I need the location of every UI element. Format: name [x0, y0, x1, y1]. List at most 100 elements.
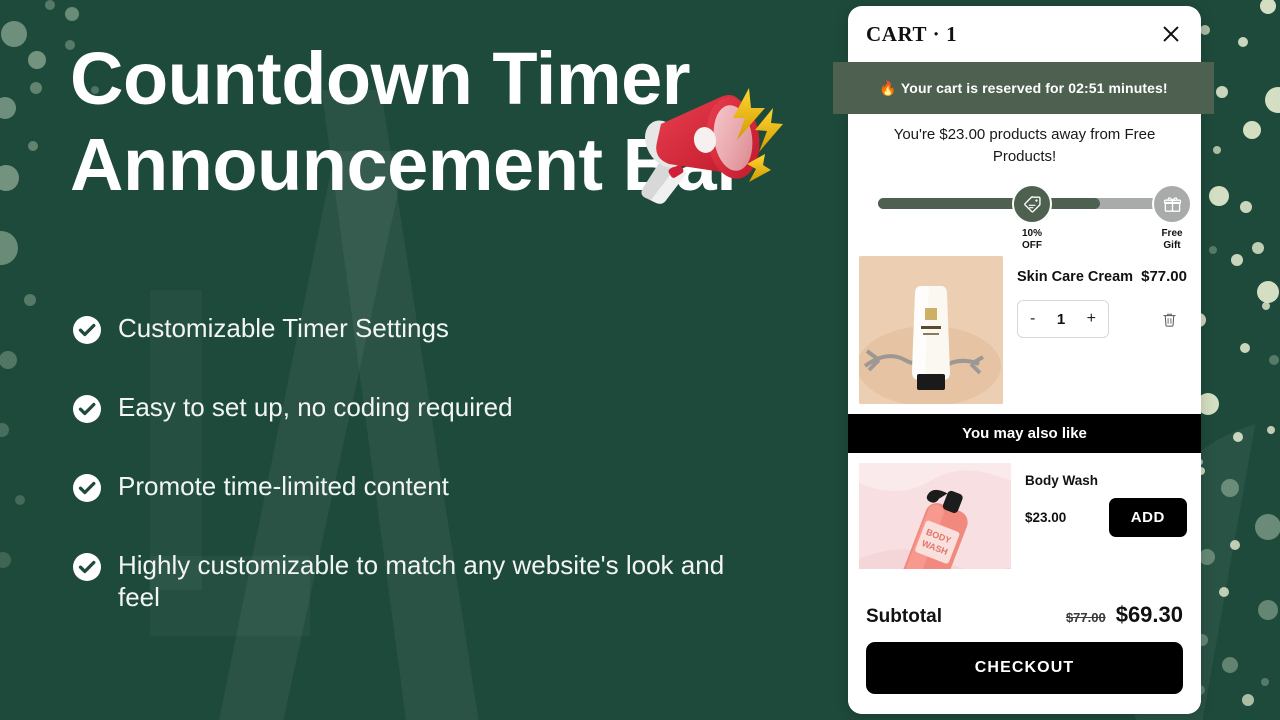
- decorative-dot: [1252, 242, 1264, 254]
- milestone-discount[interactable]: [1012, 184, 1052, 224]
- cart-item-name: Skin Care Cream: [1017, 269, 1134, 285]
- cart-item-price: $77.00: [1141, 268, 1187, 285]
- check-circle-icon: [72, 473, 102, 503]
- milestone-free-gift-label: Free Gift: [1137, 228, 1201, 252]
- milestone-label-line: Gift: [1163, 240, 1181, 251]
- decorative-dot: [0, 165, 19, 191]
- recommendation-item: BODY WASH Body Wash $23.00 ADD: [848, 453, 1201, 569]
- product-image-body-wash: BODY WASH: [859, 463, 1011, 569]
- decorative-dot: [1269, 355, 1279, 365]
- subtotal-original-price: $77.00: [1065, 610, 1106, 625]
- rewards-progress-bar: 10% OFF Free Gift: [864, 184, 1192, 252]
- decorative-dot: [0, 351, 17, 369]
- decorative-dot: [28, 51, 46, 69]
- cart-footer: Subtotal $77.00 $69.30 CHECKOUT: [848, 588, 1201, 714]
- cart-title: CART · 1: [866, 21, 958, 46]
- decorative-dot: [1261, 678, 1269, 686]
- decorative-dot: [1231, 254, 1243, 266]
- decorative-dot: [1267, 426, 1275, 434]
- decorative-dot: [1216, 86, 1228, 98]
- check-circle-icon: [72, 552, 102, 582]
- decorative-dot: [1230, 540, 1240, 550]
- quantity-increment-button[interactable]: +: [1087, 311, 1096, 327]
- decorative-dot: [1209, 186, 1229, 206]
- decorative-dot: [1240, 201, 1252, 213]
- list-item: Promote time-limited content: [72, 470, 802, 503]
- milestone-label-line: OFF: [1022, 240, 1042, 251]
- free-gift-goal-text: You're $23.00 products away from Free Pr…: [893, 126, 1156, 165]
- subtotal-row: Subtotal $77.00 $69.30: [866, 602, 1183, 642]
- milestone-label-line: 10%: [1021, 228, 1042, 239]
- list-item: Easy to set up, no coding required: [72, 391, 802, 424]
- promo-banner-stage: Countdown Timer Announcement Bar Customi…: [0, 0, 1280, 720]
- gift-icon: [1163, 196, 1181, 212]
- discount-tag-icon: [1023, 195, 1041, 213]
- decorative-dot: [1238, 37, 1248, 47]
- decorative-dot: [1200, 25, 1210, 35]
- decorative-dot: [1221, 479, 1239, 497]
- decorative-dot: [1240, 343, 1250, 353]
- decorative-dot: [1255, 514, 1280, 540]
- feature-label: Easy to set up, no coding required: [118, 392, 513, 422]
- recommendation-details: Body Wash $23.00 ADD: [1025, 463, 1187, 569]
- decorative-dot: [0, 231, 18, 265]
- decorative-dot: [1265, 87, 1280, 113]
- trash-icon[interactable]: [1157, 307, 1181, 331]
- progress-fill: [878, 198, 1101, 209]
- recommendation-name: Body Wash: [1025, 473, 1099, 488]
- page-title: Countdown Timer Announcement Bar: [70, 37, 745, 206]
- decorative-dot: [24, 294, 36, 306]
- cart-reservation-message: Your cart is reserved for 02:51 minutes!: [900, 79, 1168, 96]
- decorative-dot: [28, 141, 38, 151]
- decorative-dot: [1243, 121, 1261, 139]
- add-to-cart-button[interactable]: ADD: [1108, 498, 1187, 537]
- decorative-dot: [1242, 694, 1254, 706]
- list-item: Customizable Timer Settings: [72, 312, 802, 345]
- decorative-dot: [1219, 587, 1229, 597]
- cart-body: You're $23.00 products away from Free Pr…: [848, 62, 1201, 714]
- decorative-dot: [1257, 281, 1279, 303]
- decorative-dot: [0, 423, 9, 437]
- hero-text-column: Countdown Timer Announcement Bar: [70, 36, 790, 208]
- close-icon[interactable]: [1157, 20, 1185, 48]
- decorative-dot: [1262, 302, 1270, 310]
- decorative-dot: [0, 552, 11, 568]
- list-item: Highly customizable to match any website…: [72, 549, 802, 613]
- quantity-stepper[interactable]: - 1 +: [1017, 300, 1109, 338]
- quantity-decrement-button[interactable]: -: [1030, 311, 1035, 327]
- check-circle-icon: [72, 315, 102, 345]
- decorative-dot: [1222, 657, 1238, 673]
- subtotal-discounted-price: $69.30: [1115, 602, 1183, 627]
- decorative-dot: [1213, 146, 1221, 154]
- subtotal-label: Subtotal: [866, 606, 942, 627]
- decorative-dot: [45, 0, 55, 10]
- cart-header: CART · 1: [848, 6, 1201, 62]
- decorative-dot: [15, 495, 25, 505]
- decorative-dot: [1, 21, 27, 47]
- recommendations-header: You may also like: [848, 414, 1201, 453]
- feature-list: Customizable Timer Settings Easy to set …: [72, 312, 802, 613]
- check-circle-icon: [72, 394, 102, 424]
- milestone-label-line: Free: [1161, 228, 1183, 239]
- decorative-dot: [1260, 0, 1276, 14]
- decorative-dot: [30, 82, 42, 94]
- decorative-dot: [1233, 432, 1243, 442]
- decorative-dot: [0, 97, 16, 119]
- recommendation-price: $23.00: [1025, 510, 1067, 525]
- product-image-skin-care-cream: [859, 256, 1003, 404]
- cart-line-item: Skin Care Cream $77.00 - 1 +: [848, 250, 1201, 414]
- feature-label: Promote time-limited content: [118, 471, 449, 501]
- milestone-discount-label: 10% OFF: [997, 228, 1067, 252]
- checkout-button[interactable]: CHECKOUT: [866, 642, 1183, 694]
- decorative-dot: [1199, 549, 1215, 565]
- quantity-value: 1: [1056, 310, 1066, 328]
- feature-label: Customizable Timer Settings: [118, 313, 449, 343]
- cart-reservation-banner: 🔥 Your cart is reserved for 02:51 minutes…: [833, 62, 1214, 114]
- cart-reservation-text: 🔥 Your cart is reserved for 02:51 minutes…: [879, 80, 1167, 97]
- fire-icon: 🔥: [879, 79, 897, 96]
- feature-label: Highly customizable to match any website…: [118, 550, 725, 612]
- cart-item-details: Skin Care Cream $77.00 - 1 +: [1017, 256, 1187, 404]
- decorative-dot: [1258, 600, 1278, 620]
- decorative-dot: [65, 7, 79, 21]
- milestone-free-gift[interactable]: [1152, 184, 1192, 224]
